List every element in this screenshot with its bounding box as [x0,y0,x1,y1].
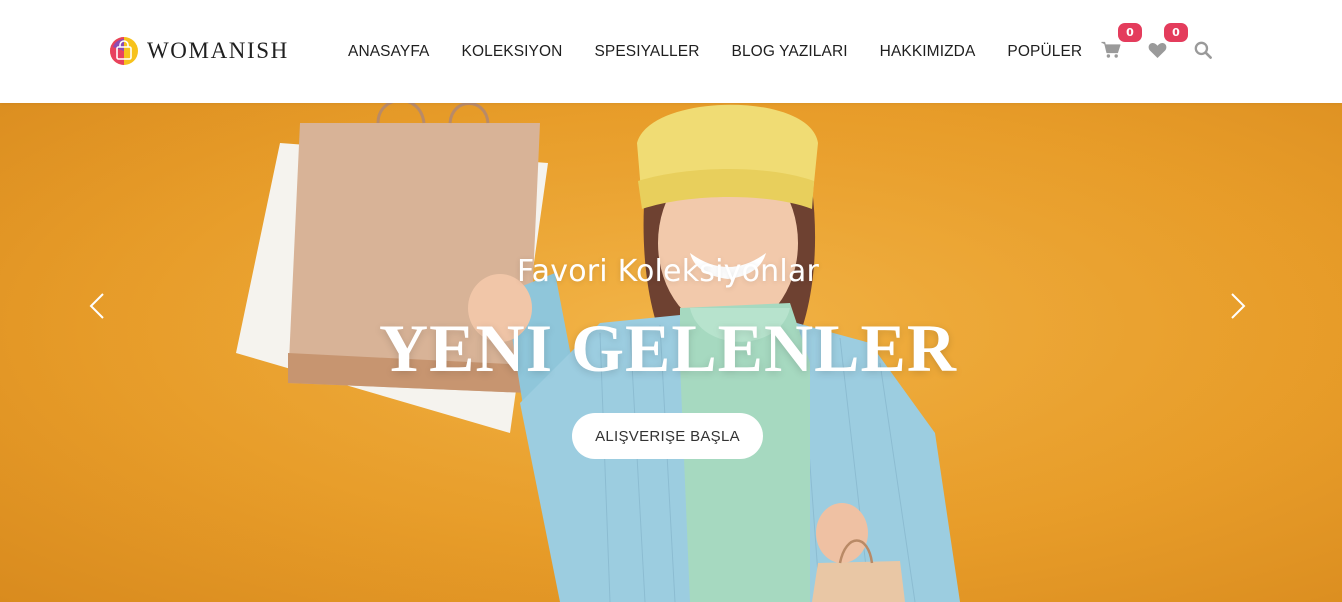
logo-text: WOMANISH [147,38,289,63]
search-button[interactable] [1190,36,1216,64]
cart-button[interactable]: 0 [1098,23,1142,64]
heart-icon [1148,42,1166,58]
hero-slider: Favori Koleksiyonlar YENI GELENLER ALIŞV… [0,103,1342,602]
start-shopping-button[interactable]: ALIŞVERIŞE BAŞLA [572,413,763,459]
hero-title: YENI GELENLER [379,310,957,386]
search-icon [1194,41,1212,59]
nav-link-koleksiyon[interactable]: KOLEKSIYON [446,43,579,61]
cart-count-badge: 0 [1118,23,1142,42]
header-actions: 0 0 [1098,23,1216,64]
main-nav: ANASAYFA KOLEKSIYON SPESIYALLER BLOG YAZ… [332,0,1098,103]
nav-item-blog: BLOG YAZILARI [716,0,864,103]
nav-item-populer: POPÜLER [991,0,1098,103]
logo-link[interactable]: WOMANISH [109,35,289,67]
nav-link-blog[interactable]: BLOG YAZILARI [716,43,864,61]
shopping-bag-logo-icon [110,37,138,65]
nav-item-koleksiyon: KOLEKSIYON [446,0,579,103]
wishlist-button[interactable]: 0 [1144,23,1188,64]
nav-link-spesiyaller[interactable]: SPESIYALLER [578,43,715,61]
hero-subtitle: Favori Koleksiyonlar [516,254,820,289]
nav-link-hakkimizda[interactable]: HAKKIMIZDA [864,43,992,61]
wishlist-count-badge: 0 [1164,23,1188,42]
site-header: WOMANISH ANASAYFA KOLEKSIYON SPESIYALLER… [0,0,1342,103]
nav-item-hakkimizda: HAKKIMIZDA [864,0,992,103]
nav-link-anasayfa[interactable]: ANASAYFA [332,43,446,61]
nav-item-anasayfa: ANASAYFA [332,0,446,103]
nav-item-spesiyaller: SPESIYALLER [578,0,715,103]
cart-icon [1101,41,1121,58]
nav-link-populer[interactable]: POPÜLER [991,43,1098,61]
